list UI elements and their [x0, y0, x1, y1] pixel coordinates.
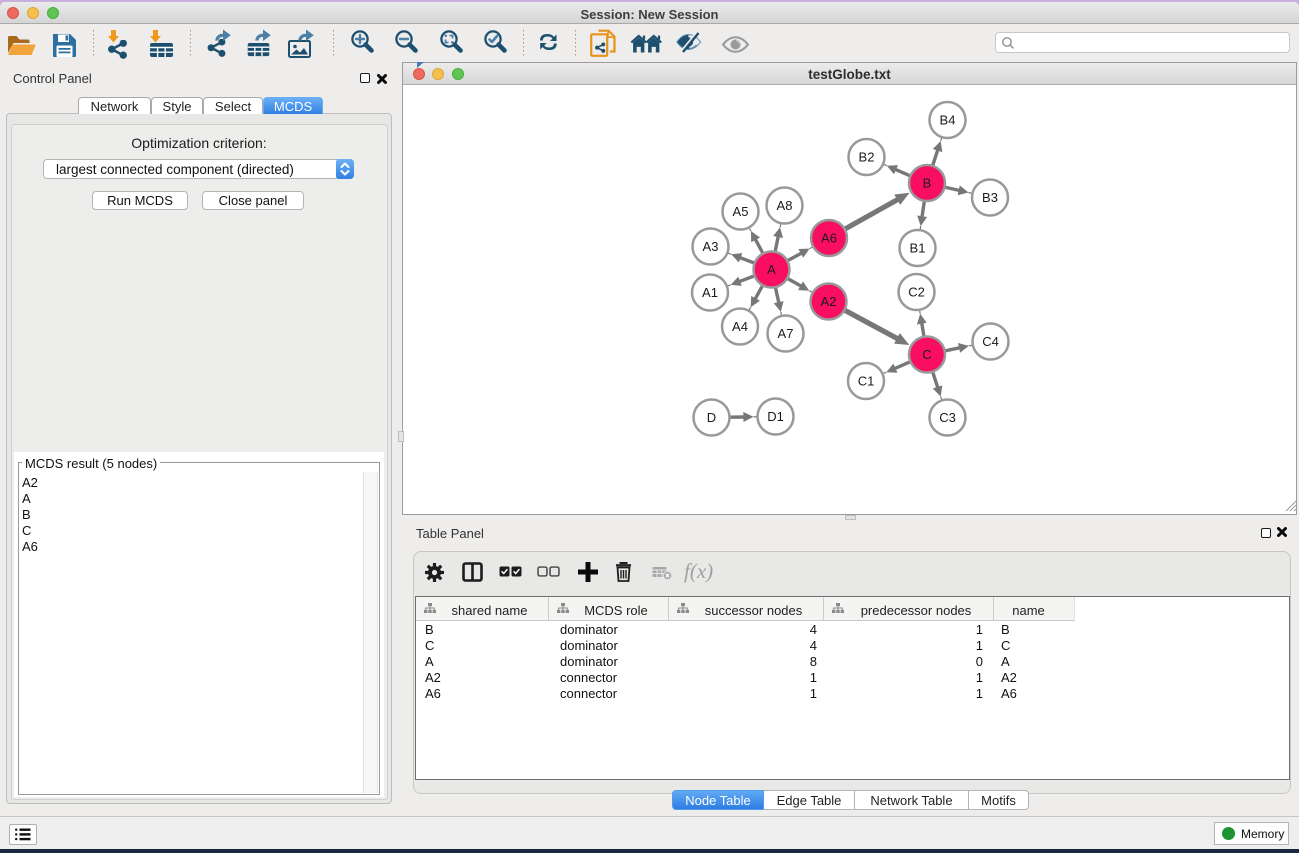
svg-text:A2: A2 — [821, 294, 837, 309]
svg-text:A1: A1 — [702, 285, 718, 300]
svg-text:A4: A4 — [732, 319, 748, 334]
svg-text:B1: B1 — [910, 241, 926, 256]
svg-text:B3: B3 — [982, 190, 998, 205]
svg-text:C2: C2 — [908, 285, 925, 300]
svg-text:A6: A6 — [821, 231, 837, 246]
svg-text:A8: A8 — [777, 198, 793, 213]
svg-text:C1: C1 — [858, 374, 875, 389]
svg-text:C: C — [922, 347, 931, 362]
svg-text:A: A — [767, 262, 776, 277]
svg-text:C4: C4 — [982, 334, 999, 349]
svg-text:B2: B2 — [859, 150, 875, 165]
svg-text:A3: A3 — [703, 239, 719, 254]
svg-text:D1: D1 — [767, 409, 784, 424]
svg-text:B4: B4 — [940, 113, 956, 128]
svg-text:C3: C3 — [939, 410, 956, 425]
svg-text:A5: A5 — [733, 204, 749, 219]
svg-text:D: D — [707, 410, 716, 425]
svg-text:A7: A7 — [778, 326, 794, 341]
svg-text:B: B — [923, 176, 932, 191]
